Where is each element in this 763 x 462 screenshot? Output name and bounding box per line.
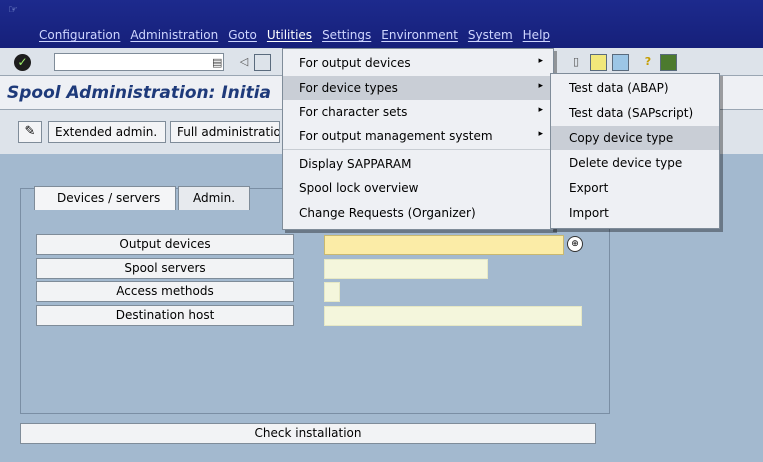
destination-host-button[interactable]: Destination host bbox=[36, 305, 294, 326]
menu-item-for-character-sets[interactable]: For character sets ▸ bbox=[283, 100, 553, 124]
menu-separator bbox=[283, 149, 553, 150]
check-icon[interactable]: ✓ bbox=[14, 54, 31, 71]
save-icon[interactable] bbox=[254, 54, 271, 71]
menu-items: Configuration Administration Goto Utilit… bbox=[34, 28, 555, 42]
menu-item-display-sapparam[interactable]: Display SAPPARAM bbox=[283, 152, 553, 176]
menu-environment[interactable]: Environment bbox=[376, 28, 463, 42]
device-types-submenu: Test data (ABAP) Test data (SAPscript) C… bbox=[550, 73, 720, 229]
shortcut-icon[interactable] bbox=[612, 54, 629, 71]
menu-item-change-requests[interactable]: Change Requests (Organizer) bbox=[283, 201, 553, 225]
spool-servers-button[interactable]: Spool servers bbox=[36, 258, 294, 279]
menu-help[interactable]: Help bbox=[518, 28, 555, 42]
submenu-item-copy-device-type[interactable]: Copy device type bbox=[551, 126, 719, 150]
command-field[interactable] bbox=[54, 53, 224, 71]
access-method-input[interactable] bbox=[324, 282, 340, 302]
menu-configuration[interactable]: Configuration bbox=[34, 28, 125, 42]
chevron-right-icon: ▸ bbox=[538, 81, 543, 91]
submenu-item-test-data-abap[interactable]: Test data (ABAP) bbox=[551, 76, 719, 100]
destination-host-input[interactable] bbox=[324, 306, 582, 326]
page-title: Spool Administration: Initia bbox=[7, 83, 272, 103]
menu-administration[interactable]: Administration bbox=[125, 28, 223, 42]
search-help-icon[interactable]: ⊕ bbox=[567, 236, 583, 252]
menu-system[interactable]: System bbox=[463, 28, 518, 42]
check-installation-button[interactable]: Check installation bbox=[20, 423, 596, 444]
spool-server-input[interactable] bbox=[324, 259, 488, 279]
submenu-item-test-data-sapscript[interactable]: Test data (SAPscript) bbox=[551, 101, 719, 125]
menu-item-spool-lock-overview[interactable]: Spool lock overview bbox=[283, 176, 553, 200]
extended-admin-button[interactable]: Extended admin. bbox=[48, 121, 166, 143]
access-methods-button[interactable]: Access methods bbox=[36, 281, 294, 302]
command-history-icon[interactable]: ▤ bbox=[212, 56, 222, 69]
layout-menu-icon[interactable] bbox=[590, 54, 607, 71]
menu-bar: ☞ Configuration Administration Goto Util… bbox=[0, 0, 763, 48]
pencil-icon[interactable]: ✎ bbox=[18, 121, 42, 143]
help-icon[interactable]: ? bbox=[640, 54, 656, 70]
menu-utilities[interactable]: Utilities bbox=[262, 28, 317, 42]
full-administration-button[interactable]: Full administratio bbox=[170, 121, 280, 143]
new-session-icon[interactable]: ▯ bbox=[568, 54, 584, 70]
menu-item-for-output-devices[interactable]: For output devices ▸ bbox=[283, 51, 553, 75]
menu-settings[interactable]: Settings bbox=[317, 28, 376, 42]
back-icon[interactable]: ◁ bbox=[236, 54, 252, 70]
menu-item-for-device-types[interactable]: For device types ▸ bbox=[283, 76, 553, 100]
submenu-item-import[interactable]: Import bbox=[551, 201, 719, 225]
customize-icon[interactable] bbox=[660, 54, 677, 71]
submenu-item-export[interactable]: Export bbox=[551, 176, 719, 200]
output-devices-button[interactable]: Output devices bbox=[36, 234, 294, 255]
menu-item-for-output-management-system[interactable]: For output management system ▸ bbox=[283, 124, 553, 148]
chevron-right-icon: ▸ bbox=[538, 105, 543, 115]
tab-admin[interactable]: Admin. bbox=[178, 186, 250, 210]
tab-devices-servers[interactable]: Devices / servers bbox=[34, 186, 176, 210]
system-menu-icon[interactable]: ☞ bbox=[8, 4, 20, 16]
menu-goto[interactable]: Goto bbox=[223, 28, 262, 42]
chevron-right-icon: ▸ bbox=[538, 56, 543, 66]
submenu-item-delete-device-type[interactable]: Delete device type bbox=[551, 151, 719, 175]
output-device-input[interactable] bbox=[324, 235, 564, 255]
chevron-right-icon: ▸ bbox=[538, 129, 543, 139]
utilities-menu: For output devices ▸ For device types ▸ … bbox=[282, 48, 554, 230]
